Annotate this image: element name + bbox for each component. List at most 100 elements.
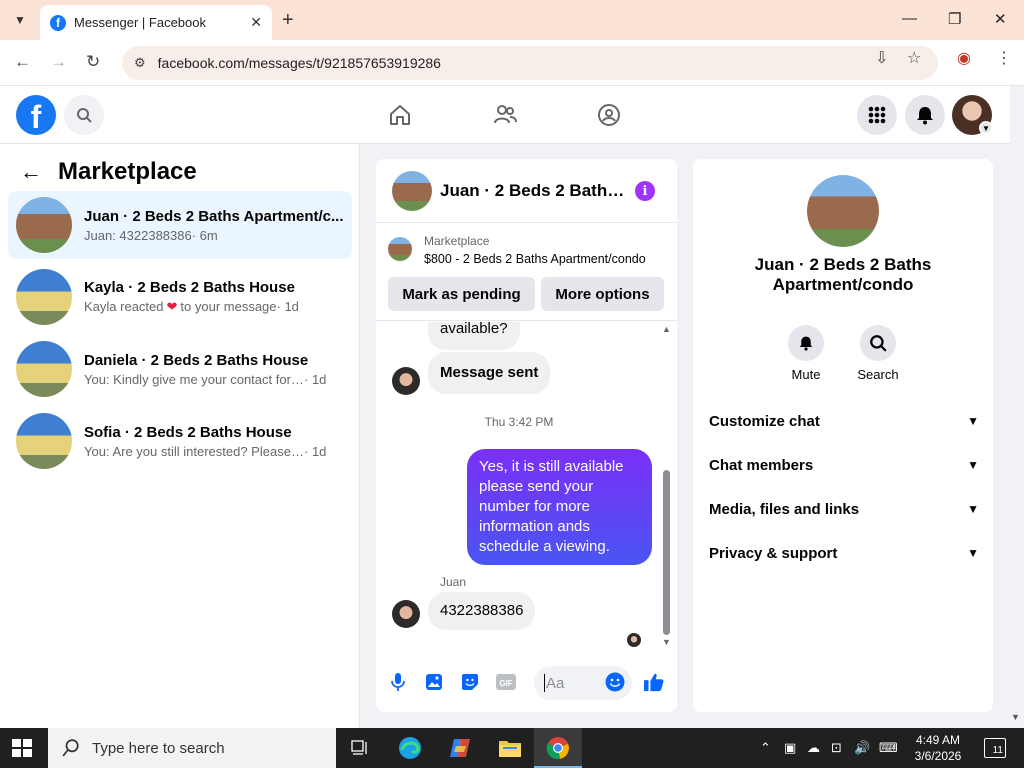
install-app-icon[interactable]: ⇩ [875,48,888,68]
clock-time: 4:49 AM [915,733,961,747]
notifications-bell-icon[interactable] [905,95,945,135]
conversation-snippet: Juan: 4322388386 [84,227,192,243]
svg-text:GIF: GIF [499,679,512,688]
outgoing-message-bubble[interactable]: Yes, it is still available please send y… [467,449,652,565]
copilot-icon[interactable] [446,734,474,762]
url-input[interactable]: ⚙ facebook.com/messages/t/92185765391928… [122,46,938,80]
site-info-icon[interactable]: ⚙ [134,55,146,71]
facebook-logo-icon[interactable]: f [16,95,56,135]
windows-taskbar: Type here to search ⌃ ▣ ☁ ⊡ 🔊 ⌨ 4:49 AM … [0,728,1024,768]
chat-members-section[interactable]: Chat members ▼ [709,445,979,485]
scroll-down-arrow-icon[interactable]: ▼ [662,637,671,647]
conversation-item-kayla[interactable]: Kayla · 2 Beds 2 Baths House Kayla react… [8,263,352,331]
profile-icon[interactable]: ◉ [957,48,971,68]
new-tab-icon[interactable]: + [282,9,294,31]
conversation-name: Juan · 2 Beds 2 Baths Apartment/c... [84,207,344,225]
page-scroll-down-arrow-icon[interactable]: ▼ [1011,712,1020,722]
conversation-snippet: You: Are you still interested? Please se… [84,443,304,459]
marketplace-label: Marketplace [424,234,490,248]
privacy-support-section[interactable]: Privacy & support ▼ [709,533,979,573]
fb-search-button[interactable] [64,95,104,135]
emoji-icon[interactable] [605,672,625,692]
back-icon[interactable]: ← [14,52,31,72]
windows-start-icon[interactable] [12,739,32,757]
sticker-icon[interactable] [460,672,480,692]
conversation-item-sofia[interactable]: Sofia · 2 Beds 2 Baths House You: Are yo… [8,407,352,475]
conversation-item-daniela[interactable]: Daniela · 2 Beds 2 Baths House You: Kind… [8,335,352,403]
chat-scrollbar-thumb[interactable] [663,470,670,635]
scroll-up-arrow-icon[interactable]: ▲ [662,324,671,334]
sidebar-title: Marketplace [58,158,197,185]
listing-thumbnail [16,269,72,325]
listing-description[interactable]: $800 - 2 Beds 2 Baths Apartment/condo [424,252,646,266]
taskbar-search-input[interactable]: Type here to search [48,728,336,768]
chat-header[interactable]: Juan · 2 Beds 2 Baths Apartment/condo [376,159,677,223]
chat-info-panel: Juan · 2 Beds 2 Baths Apartment/condo Mu… [693,159,993,712]
microphone-icon[interactable] [388,672,408,692]
search-icon [62,739,79,757]
chevron-down-icon: ▼ [967,502,979,516]
back-arrow-icon[interactable]: ← [20,159,42,185]
taskbar-clock[interactable]: 4:49 AM 3/6/2026 [904,732,972,764]
browser-tab-bar: ▼ f Messenger | Facebook ✕ + — ❐ ✕ [0,0,1024,40]
conversation-name: Sofia · 2 Beds 2 Baths House [84,423,292,441]
more-options-button[interactable]: More options [541,277,664,311]
chevron-down-icon: ▼ [967,458,979,472]
home-icon[interactable] [385,100,415,130]
bookmark-star-icon[interactable]: ☆ [907,48,921,68]
file-explorer-icon[interactable] [496,734,524,762]
task-view-icon[interactable] [346,734,374,762]
sender-avatar[interactable] [392,600,420,628]
info-icon[interactable]: i [635,181,655,201]
groups-icon[interactable] [594,100,624,130]
chrome-browser-icon[interactable] [544,734,572,762]
message-thread[interactable]: available? Message sent Thu 3:42 PM Yes,… [376,322,677,652]
browser-tab[interactable]: f Messenger | Facebook ✕ [40,5,272,40]
menu-grid-icon[interactable] [857,95,897,135]
browser-menu-icon[interactable]: ⋮ [996,48,1012,68]
sender-avatar[interactable] [392,367,420,395]
meet-now-icon[interactable]: ▣ [784,740,796,756]
close-window-icon[interactable]: ✕ [994,10,1007,28]
reload-icon[interactable]: ↻ [86,52,100,72]
notification-count: 11 [992,745,1003,756]
mark-as-pending-button[interactable]: Mark as pending [388,277,535,311]
chevron-down-icon: ▼ [967,546,979,560]
tab-search-chevron-icon[interactable]: ▼ [8,9,32,31]
page-scrollbar[interactable] [1010,86,1024,728]
show-hidden-icons-chevron-icon[interactable]: ⌃ [760,740,771,756]
keyboard-icon[interactable]: ⌨ [879,740,898,756]
friends-icon[interactable] [490,100,520,130]
message-bubble-partial[interactable]: available? [428,322,520,350]
message-sent-notice[interactable]: Message sent [428,352,551,394]
edge-browser-icon[interactable] [396,734,424,762]
onedrive-cloud-icon[interactable]: ☁ [807,740,820,756]
restore-icon[interactable]: ❐ [948,10,961,28]
chat-title: Juan · 2 Beds 2 Baths Apartment/condo [440,180,628,200]
notification-center-icon[interactable]: 11 [984,738,1006,758]
network-icon[interactable]: ⊡ [831,740,842,756]
message-input-placeholder: Aa [546,674,565,692]
forward-icon[interactable]: → [50,52,67,72]
photo-gallery-icon[interactable] [424,672,444,692]
conversation-item-juan[interactable]: Juan · 2 Beds 2 Baths Apartment/c... Jua… [8,191,352,259]
incoming-message-bubble[interactable]: 4322388386 [428,592,536,630]
thumbs-up-icon[interactable] [644,672,664,692]
listing-thumbnail [16,413,72,469]
customize-chat-section[interactable]: Customize chat ▼ [709,401,979,441]
marketplace-listing-card: Marketplace $800 - 2 Beds 2 Baths Apartm… [376,223,677,321]
search-in-conversation-button[interactable]: Search [848,325,908,382]
facebook-header: f ▼ [0,86,1010,144]
seen-indicator-avatar [627,633,641,647]
minimize-icon[interactable]: — [902,10,917,27]
media-files-links-section[interactable]: Media, files and links ▼ [709,489,979,529]
listing-large-avatar[interactable] [807,175,879,247]
volume-icon[interactable]: 🔊 [854,740,870,756]
conversation-time: · 1d [304,443,327,459]
address-bar: ← → ↻ ⚙ facebook.com/messages/t/92185765… [0,40,1024,86]
close-tab-icon[interactable]: ✕ [250,14,262,31]
mute-button[interactable]: Mute [776,325,836,382]
account-chevron-down-icon[interactable]: ▼ [979,121,993,135]
bell-icon [799,336,813,351]
gif-icon[interactable]: GIF [496,672,516,692]
